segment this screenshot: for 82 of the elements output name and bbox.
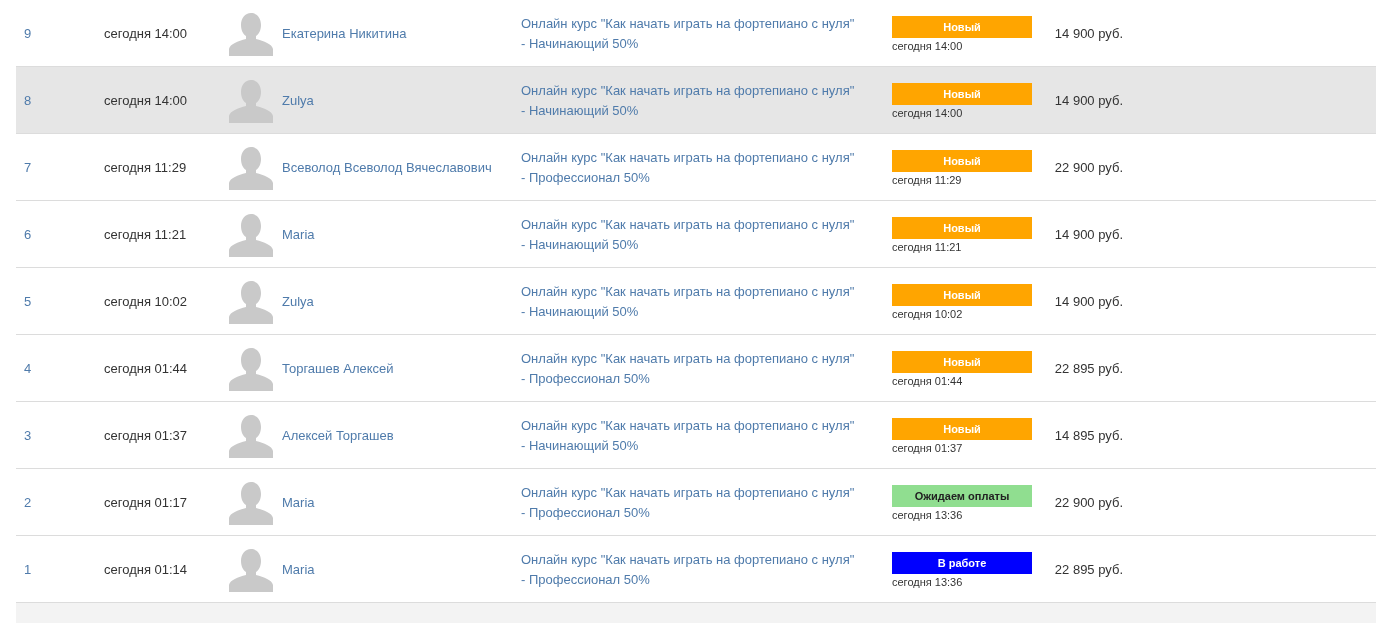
course-title-link[interactable]: Онлайн курс "Как начать играть на фортепиано с нуля" [521, 483, 892, 501]
user-silhouette-icon [228, 479, 274, 525]
status-date: сегодня 14:00 [892, 40, 964, 52]
customer-name-link[interactable]: Maria [282, 226, 521, 242]
user-silhouette-icon [228, 345, 274, 391]
order-date: сегодня 14:00 [104, 92, 189, 108]
order-date: сегодня 01:44 [104, 360, 189, 376]
user-silhouette-icon [228, 77, 274, 123]
customer-name-link[interactable]: Екатерина Никитина [282, 25, 521, 41]
order-number-link[interactable]: 8 [16, 92, 104, 108]
order-date: сегодня 14:00 [104, 25, 189, 41]
customer-name-link[interactable]: Всеволод Всеволод Вячеславович [282, 159, 521, 175]
user-silhouette-icon [228, 412, 274, 458]
status-date: сегодня 14:00 [892, 107, 964, 119]
order-number-link[interactable]: 1 [16, 561, 104, 577]
order-number-link[interactable]: 5 [16, 293, 104, 309]
status-badge: Новый [892, 16, 1032, 38]
status-date: сегодня 01:37 [892, 442, 964, 454]
order-price: 22 895 руб. [1053, 561, 1123, 577]
status-date: сегодня 11:21 [892, 241, 963, 253]
status-date: сегодня 13:36 [892, 576, 964, 588]
order-number-link[interactable]: 4 [16, 360, 104, 376]
status-badge: Новый [892, 284, 1032, 306]
user-silhouette-icon [228, 10, 274, 56]
order-date: сегодня 11:21 [104, 226, 188, 242]
course-level-link[interactable]: - Начинающий 50% [521, 436, 892, 454]
course-title-link[interactable]: Онлайн курс "Как начать играть на фортепиано с нуля" [521, 282, 892, 300]
order-date: сегодня 01:17 [104, 494, 189, 510]
status-date: сегодня 13:36 [892, 509, 964, 521]
order-number-link[interactable]: 2 [16, 494, 104, 510]
status-date: сегодня 10:02 [892, 308, 964, 320]
customer-name-link[interactable]: Maria [282, 561, 521, 577]
status-badge: Новый [892, 418, 1032, 440]
order-number-link[interactable]: 6 [16, 226, 104, 242]
order-number-link[interactable]: 9 [16, 25, 104, 41]
status-badge: Новый [892, 83, 1032, 105]
order-row[interactable]: 8 сегодня 14:00 Zulya Онлайн курс "Как начать играть на фортепиано с нуля" - Начинающий 50% Новый сегодня 14:00 14 900 руб. [16, 67, 1376, 134]
course-level-link[interactable]: - Профессионал 50% [521, 503, 892, 521]
status-date: сегодня 01:44 [892, 375, 964, 387]
course-level-link[interactable]: - Начинающий 50% [521, 34, 892, 52]
course-level-link[interactable]: - Начинающий 50% [521, 235, 892, 253]
user-silhouette-icon [228, 211, 274, 257]
order-date: сегодня 11:29 [104, 159, 188, 175]
course-title-link[interactable]: Онлайн курс "Как начать играть на фортепиано с нуля" [521, 550, 892, 568]
status-badge: Новый [892, 351, 1032, 373]
order-number-link[interactable]: 3 [16, 427, 104, 443]
order-price: 22 895 руб. [1053, 360, 1123, 376]
course-title-link[interactable]: Онлайн курс "Как начать играть на фортепиано с нуля" [521, 349, 892, 367]
customer-name-link[interactable]: Zulya [282, 293, 521, 309]
user-silhouette-icon [228, 144, 274, 190]
order-price: 14 900 руб. [1053, 226, 1123, 242]
customer-name-link[interactable]: Алексей Торгашев [282, 427, 521, 443]
order-date: сегодня 01:37 [104, 427, 189, 443]
order-number-link[interactable]: 7 [16, 159, 104, 175]
course-level-link[interactable]: - Профессионал 50% [521, 369, 892, 387]
course-level-link[interactable]: - Начинающий 50% [521, 302, 892, 320]
status-date: сегодня 11:29 [892, 174, 963, 186]
status-badge: Ожидаем оплаты [892, 485, 1032, 507]
user-silhouette-icon [228, 278, 274, 324]
course-title-link[interactable]: Онлайн курс "Как начать играть на фортепиано с нуля" [521, 215, 892, 233]
order-price: 14 900 руб. [1053, 25, 1123, 41]
order-date: сегодня 01:14 [104, 561, 189, 577]
order-price: 14 900 руб. [1053, 293, 1123, 309]
course-level-link[interactable]: - Профессионал 50% [521, 168, 892, 186]
status-badge: Новый [892, 150, 1032, 172]
customer-name-link[interactable]: Maria [282, 494, 521, 510]
order-price: 22 900 руб. [1053, 494, 1123, 510]
status-badge: Новый [892, 217, 1032, 239]
course-title-link[interactable]: Онлайн курс "Как начать играть на фортепиано с нуля" [521, 14, 892, 32]
user-silhouette-icon [228, 546, 274, 592]
course-title-link[interactable]: Онлайн курс "Как начать играть на фортепиано с нуля" [521, 416, 892, 434]
order-date: сегодня 10:02 [104, 293, 189, 309]
course-title-link[interactable]: Онлайн курс "Как начать играть на фортепиано с нуля" [521, 148, 892, 166]
course-level-link[interactable]: - Профессионал 50% [521, 570, 892, 588]
course-title-link[interactable]: Онлайн курс "Как начать играть на фортепиано с нуля" [521, 81, 892, 99]
order-price: 14 895 руб. [1053, 427, 1123, 443]
order-price: 22 900 руб. [1053, 159, 1123, 175]
customer-name-link[interactable]: Торгашев Алексей [282, 360, 521, 376]
course-level-link[interactable]: - Начинающий 50% [521, 101, 892, 119]
status-badge: В работе [892, 552, 1032, 574]
order-price: 14 900 руб. [1053, 92, 1123, 108]
customer-name-link[interactable]: Zulya [282, 92, 521, 108]
